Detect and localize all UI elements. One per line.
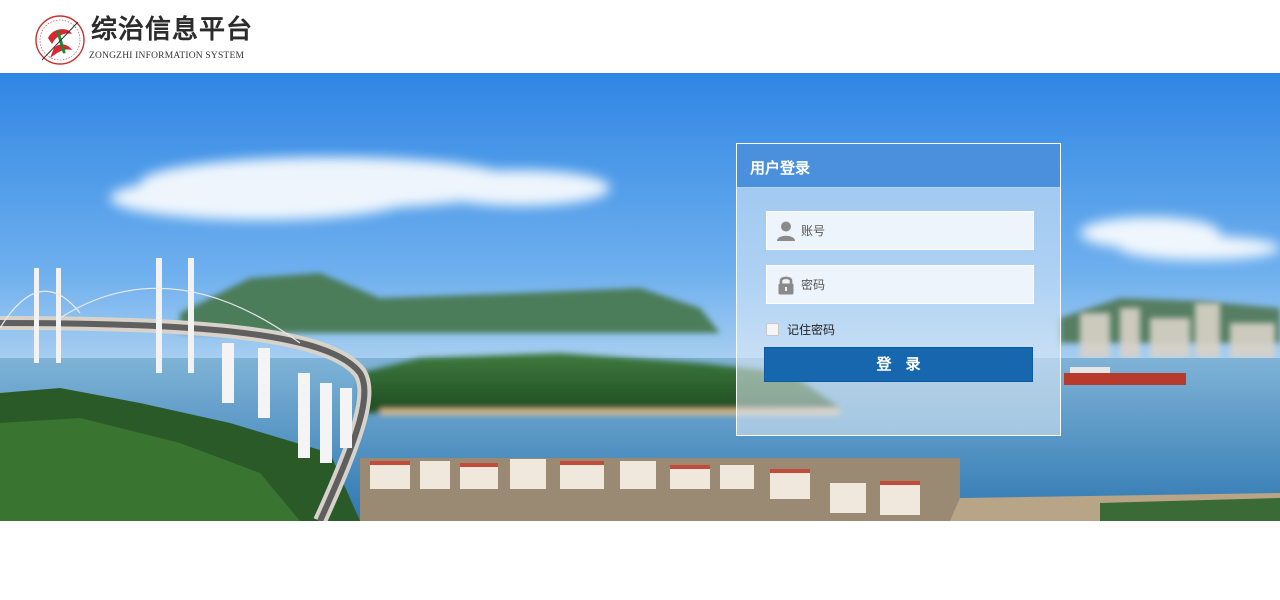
password-field[interactable] — [766, 265, 1034, 304]
emblem-logo-icon — [34, 14, 86, 66]
header: 综治信息平台 ZONGZHI INFORMATION SYSTEM — [0, 0, 1280, 73]
app-subtitle: ZONGZHI INFORMATION SYSTEM — [89, 51, 245, 61]
remember-checkbox[interactable] — [766, 322, 779, 336]
remember-label: 记住密码 — [787, 322, 836, 337]
login-title: 用户登录 — [750, 159, 811, 177]
login-button[interactable]: 登录 — [764, 347, 1033, 382]
login-panel-header: 用户登录 — [737, 144, 1060, 188]
app-title: 综治信息平台 — [91, 15, 254, 45]
hero-banner — [0, 73, 1280, 521]
lock-icon — [776, 274, 796, 296]
username-input[interactable] — [801, 212, 1029, 249]
username-field[interactable] — [766, 211, 1034, 250]
coastal-bridge-scene — [0, 73, 1280, 521]
login-panel: 用户登录 记住密码 登录 — [736, 143, 1061, 436]
user-icon — [776, 220, 796, 242]
remember-password[interactable]: 记住密码 — [766, 321, 835, 337]
password-input[interactable] — [801, 266, 1029, 303]
